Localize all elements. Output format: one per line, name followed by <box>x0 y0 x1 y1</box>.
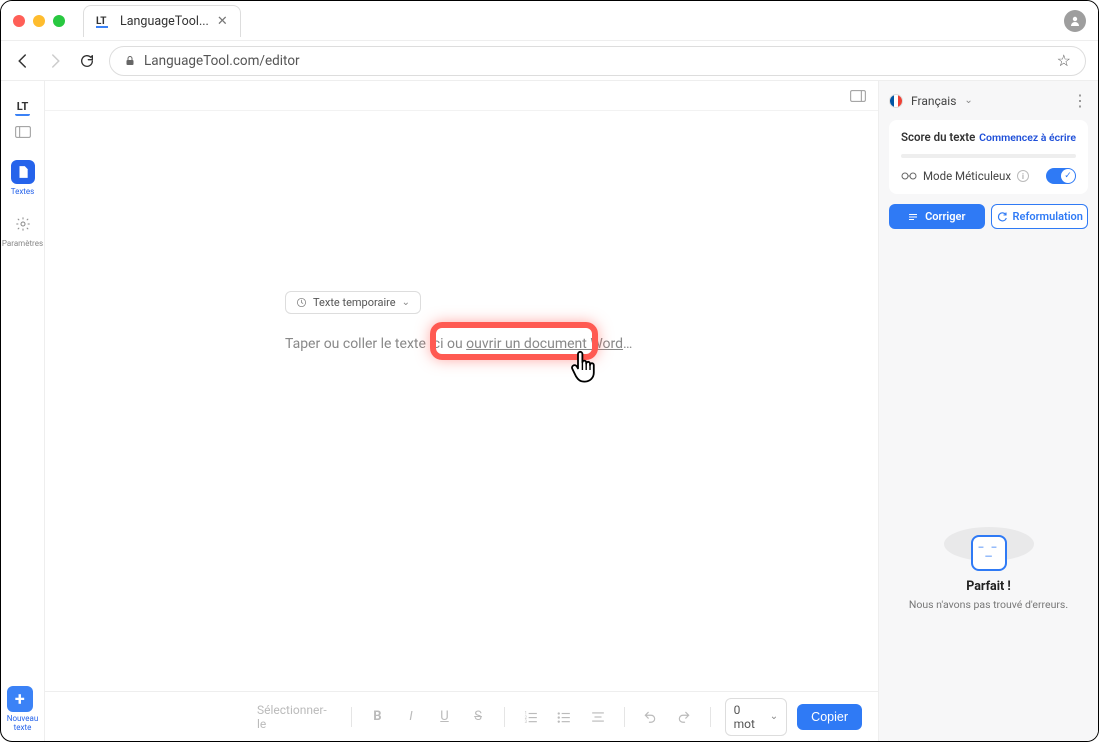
traffic-lights <box>13 15 65 27</box>
align-button[interactable] <box>586 705 610 729</box>
left-sidebar: LT Textes Paramètres + Nouveau texte <box>1 81 45 741</box>
word-count-label: 0 mot <box>734 703 764 731</box>
select-placeholder[interactable]: Sélectionner-le <box>255 705 337 729</box>
sidebar-label-parametres: Paramètres <box>2 239 43 248</box>
svg-text:3: 3 <box>524 718 527 723</box>
cursor-hand-icon <box>569 350 597 384</box>
right-panel: Français ⌄ ⋮ Score du texte Commencez à … <box>878 81 1098 741</box>
toolbar-divider <box>624 707 625 727</box>
bottom-toolbar: Sélectionner-le B I U S 123 <box>45 691 878 741</box>
perfect-title: Parfait ! <box>889 579 1088 594</box>
tab-title: LanguageTool... <box>120 14 209 29</box>
tab-correct-label: Corriger <box>925 210 965 223</box>
redo-button[interactable] <box>672 705 696 729</box>
panel-toggle-right-icon[interactable] <box>850 90 866 102</box>
placeholder-suffix: … <box>623 336 632 352</box>
app-logo[interactable]: LT <box>15 99 31 116</box>
score-title: Score du texte <box>901 130 975 144</box>
reload-button[interactable] <box>77 51 97 71</box>
sidebar-label-textes: Textes <box>11 187 35 196</box>
chevron-down-icon: ⌄ <box>402 297 410 308</box>
score-progress-bar <box>901 154 1076 158</box>
tab-reformulation[interactable]: Reformulation <box>991 204 1089 229</box>
action-tabs: Corriger Reformulation <box>889 204 1088 229</box>
profile-avatar[interactable] <box>1064 10 1086 32</box>
maximize-window-button[interactable] <box>53 15 65 27</box>
perfect-subtitle: Nous n'avons pas trouvé d'erreurs. <box>889 598 1088 611</box>
toolbar-divider <box>710 707 711 727</box>
chevron-down-icon: ⌄ <box>964 95 972 106</box>
main-header <box>45 81 878 111</box>
italic-button[interactable]: I <box>399 705 423 729</box>
bold-button[interactable]: B <box>366 705 390 729</box>
temporary-text-dropdown[interactable]: Texte temporaire ⌄ <box>285 291 421 314</box>
unordered-list-button[interactable] <box>552 705 576 729</box>
window-titlebar: LT LanguageTool... ✕ <box>1 1 1098 41</box>
language-label: Français <box>911 94 956 108</box>
gear-icon <box>11 212 35 236</box>
lock-icon <box>124 55 136 67</box>
bookmark-star-icon[interactable]: ☆ <box>1057 51 1071 70</box>
document-icon <box>11 160 35 184</box>
copy-button[interactable]: Copier <box>797 704 862 730</box>
back-button[interactable] <box>13 51 33 71</box>
robot-icon <box>971 535 1007 571</box>
no-errors-block: Parfait ! Nous n'avons pas trouvé d'erre… <box>889 527 1088 611</box>
tab-correct[interactable]: Corriger <box>889 204 985 229</box>
toolbar-divider <box>504 707 505 727</box>
address-bar: LanguageTool.com/editor ☆ <box>1 41 1098 81</box>
info-icon[interactable]: i <box>1017 170 1029 182</box>
editor-area[interactable]: Texte temporaire ⌄ Taper ou coller le te… <box>45 111 878 691</box>
chevron-down-icon: ⌄ <box>770 711 778 722</box>
main-column: Texte temporaire ⌄ Taper ou coller le te… <box>45 81 878 741</box>
browser-tab[interactable]: LT LanguageTool... ✕ <box>83 5 241 37</box>
forward-button[interactable] <box>45 51 65 71</box>
mode-meticulous-row: Mode Méticuleux i <box>901 168 1076 184</box>
toolbar-divider <box>351 707 352 727</box>
flag-france-icon <box>889 94 903 108</box>
panel-toggle-left-icon[interactable] <box>15 126 31 138</box>
mode-toggle[interactable] <box>1046 168 1076 184</box>
score-card: Score du texte Commencez à écrire Mode M… <box>889 120 1088 194</box>
open-word-doc-link[interactable]: ouvrir un document Word <box>466 336 623 352</box>
strikethrough-button[interactable]: S <box>466 705 490 729</box>
sidebar-item-parametres[interactable]: Paramètres <box>6 206 40 254</box>
url-text: LanguageTool.com/editor <box>144 53 300 69</box>
sidebar-bottom: + Nouveau texte <box>7 686 39 733</box>
placeholder-prefix: Taper ou coller le texte ici ou <box>285 336 466 352</box>
url-input[interactable]: LanguageTool.com/editor ☆ <box>109 46 1086 76</box>
glasses-icon <box>901 171 917 181</box>
minimize-window-button[interactable] <box>33 15 45 27</box>
mode-label: Mode Méticuleux <box>923 169 1011 183</box>
svg-text:LT: LT <box>96 16 107 27</box>
clock-icon <box>296 297 307 308</box>
undo-button[interactable] <box>638 705 662 729</box>
close-window-button[interactable] <box>13 15 25 27</box>
sidebar-item-textes[interactable]: Textes <box>6 154 40 202</box>
word-count-dropdown[interactable]: 0 mot ⌄ <box>725 698 788 736</box>
more-menu-icon[interactable]: ⋮ <box>1072 91 1088 110</box>
new-text-button[interactable]: + <box>7 686 33 712</box>
start-writing-link[interactable]: Commencez à écrire <box>979 131 1076 144</box>
underline-button[interactable]: U <box>433 705 457 729</box>
tab-reform-label: Reformulation <box>1013 210 1083 223</box>
language-selector[interactable]: Français ⌄ ⋮ <box>889 91 1088 110</box>
new-text-label: Nouveau texte <box>7 715 39 733</box>
ordered-list-button[interactable]: 123 <box>519 705 543 729</box>
tab-favicon: LT <box>96 13 112 29</box>
editor-placeholder: Taper ou coller le texte ici ou ouvrir u… <box>285 336 632 352</box>
close-tab-icon[interactable]: ✕ <box>217 14 228 29</box>
temp-text-label: Texte temporaire <box>313 296 396 309</box>
